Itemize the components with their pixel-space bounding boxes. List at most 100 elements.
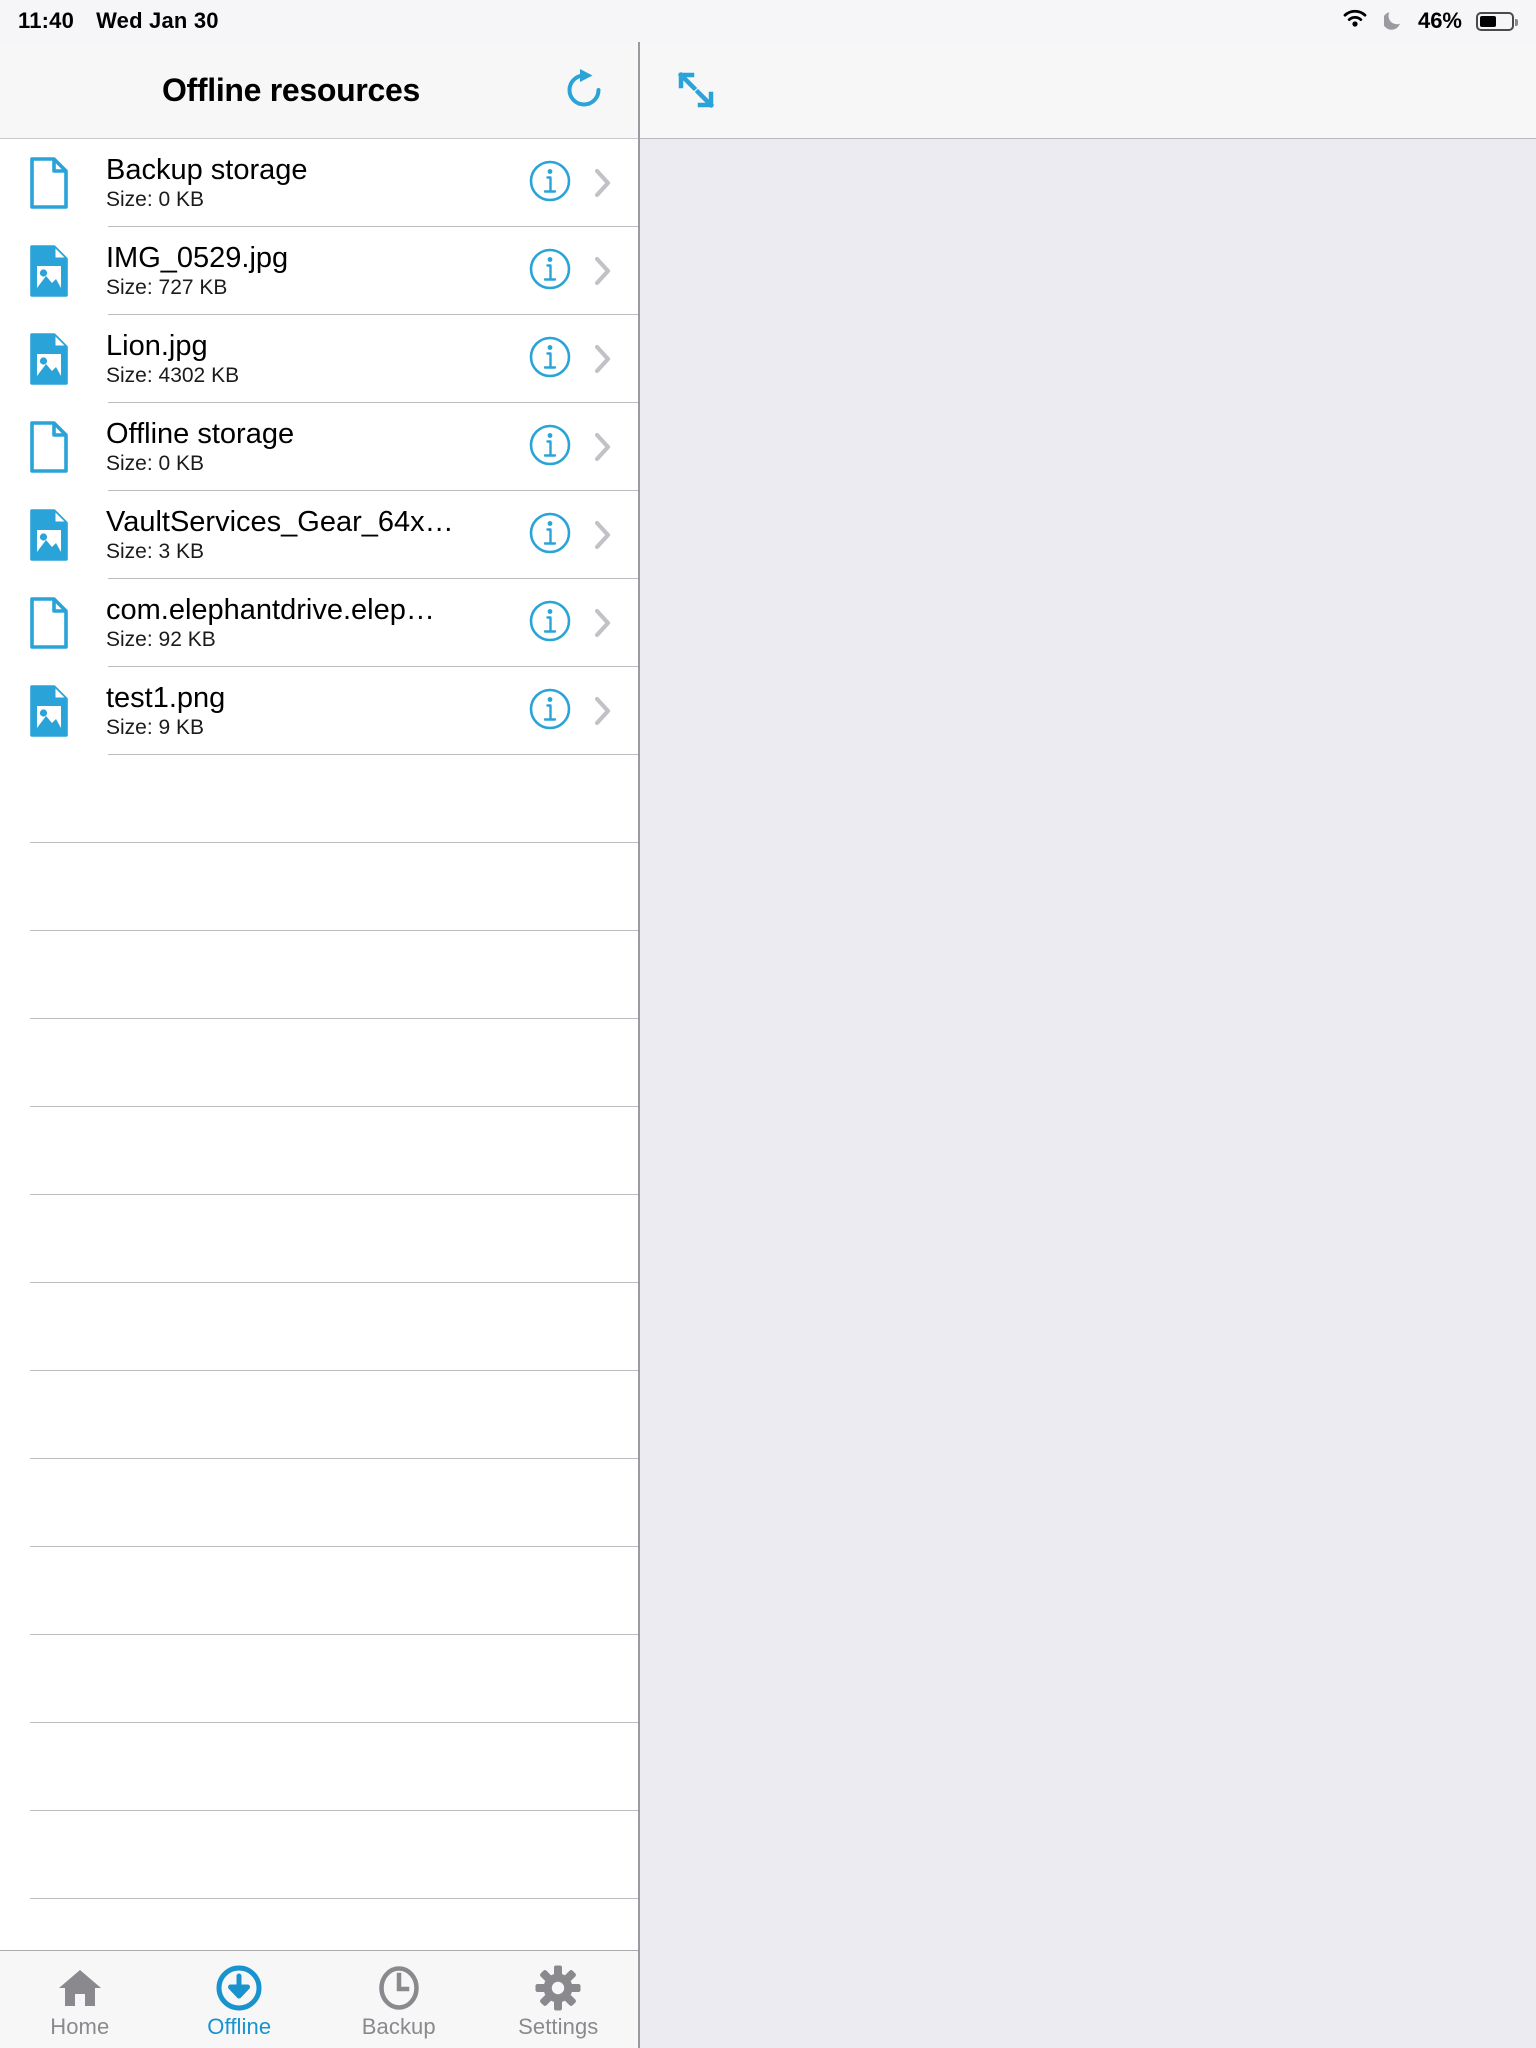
file-size: Size: 4302 KB xyxy=(106,364,240,388)
row-text: test1.png Size: 9 KB xyxy=(106,682,528,741)
file-name: com.elephantdrive.elep… xyxy=(106,593,435,626)
table-row[interactable]: IMG_0529.jpg Size: 727 KB xyxy=(0,227,638,315)
document-file-icon xyxy=(22,154,76,212)
split-view: Offline resources Backup storage Size: 0 … xyxy=(0,42,1536,2048)
chevron-right-icon xyxy=(594,168,611,198)
info-circle-icon xyxy=(529,248,571,289)
tab-label: Settings xyxy=(518,2014,599,2039)
image-file-icon xyxy=(22,330,76,388)
empty-list-row xyxy=(0,1635,638,1723)
chevron-right-icon xyxy=(594,256,611,286)
info-button[interactable] xyxy=(528,247,572,296)
chevron-right-icon xyxy=(594,520,611,550)
disclosure-chevron[interactable] xyxy=(590,163,616,203)
empty-list-row xyxy=(0,1107,638,1195)
empty-rows xyxy=(0,755,638,1899)
disclosure-chevron[interactable] xyxy=(590,515,616,555)
image-file-icon xyxy=(22,682,76,740)
app-window: 11:40 Wed Jan 30 46% Offline resources B… xyxy=(0,0,1536,2048)
empty-list-row xyxy=(0,1811,638,1899)
info-button[interactable] xyxy=(528,511,572,560)
row-text: com.elephantdrive.elep… Size: 92 KB xyxy=(106,594,528,653)
disclosure-chevron[interactable] xyxy=(590,691,616,731)
empty-list-row xyxy=(0,1723,638,1811)
empty-list-row xyxy=(0,1195,638,1283)
file-name: VaultServices_Gear_64x… xyxy=(106,505,454,538)
row-text: Backup storage Size: 0 KB xyxy=(106,154,528,213)
row-actions xyxy=(528,599,616,648)
info-circle-icon xyxy=(529,512,571,553)
navigation-bar: Offline resources xyxy=(0,42,638,139)
file-size: Size: 3 KB xyxy=(106,540,205,564)
disclosure-chevron[interactable] xyxy=(590,427,616,467)
row-actions xyxy=(528,423,616,472)
row-actions xyxy=(528,159,616,208)
table-row[interactable]: com.elephantdrive.elep… Size: 92 KB xyxy=(0,579,638,667)
info-button[interactable] xyxy=(528,599,572,648)
info-circle-icon xyxy=(529,336,571,377)
empty-list-row xyxy=(0,1459,638,1547)
status-bar: 11:40 Wed Jan 30 46% xyxy=(0,0,1536,42)
info-circle-icon xyxy=(529,424,571,465)
moon-icon xyxy=(1382,8,1404,35)
table-row[interactable]: Offline storage Size: 0 KB xyxy=(0,403,638,491)
home-icon xyxy=(57,1965,103,2011)
row-text: Offline storage Size: 0 KB xyxy=(106,418,528,477)
download-circle-icon xyxy=(216,1965,262,2011)
wifi-icon xyxy=(1340,8,1370,35)
battery-icon xyxy=(1476,11,1518,31)
info-circle-icon xyxy=(529,600,571,641)
row-actions xyxy=(528,687,616,736)
table-row[interactable]: VaultServices_Gear_64x… Size: 3 KB xyxy=(0,491,638,579)
table-row[interactable]: Lion.jpg Size: 4302 KB xyxy=(0,315,638,403)
tab-backup[interactable]: Backup xyxy=(319,1951,479,2048)
file-size: Size: 0 KB xyxy=(106,188,205,212)
document-file-icon xyxy=(30,597,68,649)
file-size: Size: 0 KB xyxy=(106,452,205,476)
image-file-icon xyxy=(30,685,68,737)
download-circle-icon xyxy=(216,1965,262,2011)
chevron-right-icon xyxy=(594,696,611,726)
info-button[interactable] xyxy=(528,159,572,208)
disclosure-chevron[interactable] xyxy=(590,339,616,379)
image-file-icon xyxy=(22,242,76,300)
disclosure-chevron[interactable] xyxy=(590,603,616,643)
tab-offline[interactable]: Offline xyxy=(160,1951,320,2048)
refresh-button[interactable] xyxy=(556,62,612,118)
info-button[interactable] xyxy=(528,423,572,472)
status-time: 11:40 xyxy=(18,8,75,33)
tab-label: Home xyxy=(50,2014,110,2039)
file-name: IMG_0529.jpg xyxy=(106,241,289,274)
tab-settings[interactable]: Settings xyxy=(479,1951,639,2048)
image-file-icon xyxy=(30,333,68,385)
info-button[interactable] xyxy=(528,687,572,736)
tab-home[interactable]: Home xyxy=(0,1951,160,2048)
detail-content-empty xyxy=(640,139,1536,2048)
table-row[interactable]: Backup storage Size: 0 KB xyxy=(0,139,638,227)
tab-label: Offline xyxy=(207,2014,272,2039)
offline-resources-list[interactable]: Backup storage Size: 0 KB IMG_0529.jpg Size… xyxy=(0,139,638,1950)
empty-list-row xyxy=(0,931,638,1019)
empty-list-row xyxy=(0,1371,638,1459)
row-text: VaultServices_Gear_64x… Size: 3 KB xyxy=(106,506,528,565)
expand-button[interactable] xyxy=(668,62,724,118)
tab-label: Backup xyxy=(361,2014,436,2039)
disclosure-chevron[interactable] xyxy=(590,251,616,291)
empty-list-row xyxy=(0,755,638,843)
chevron-right-icon xyxy=(594,432,611,462)
image-file-icon xyxy=(22,506,76,564)
file-size: Size: 92 KB xyxy=(106,628,216,652)
status-bar-right: 46% xyxy=(1340,8,1518,35)
info-button[interactable] xyxy=(528,335,572,384)
row-actions xyxy=(528,511,616,560)
document-file-icon xyxy=(22,594,76,652)
document-file-icon xyxy=(30,157,68,209)
gear-icon xyxy=(535,1965,581,2011)
file-name: Lion.jpg xyxy=(106,329,208,362)
row-actions xyxy=(528,247,616,296)
clock-icon xyxy=(379,1966,419,2010)
info-circle-icon xyxy=(529,160,571,201)
table-row[interactable]: test1.png Size: 9 KB xyxy=(0,667,638,755)
gear-icon xyxy=(535,1965,581,2011)
file-size: Size: 9 KB xyxy=(106,716,205,740)
